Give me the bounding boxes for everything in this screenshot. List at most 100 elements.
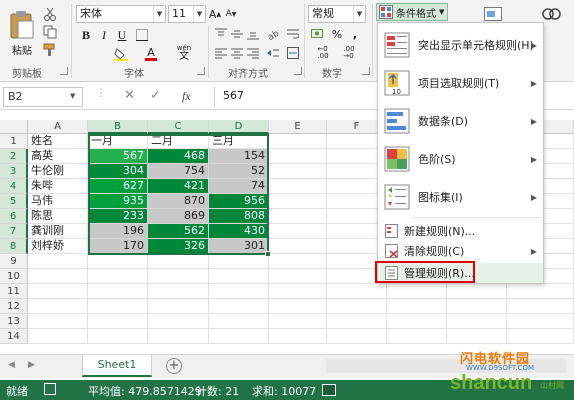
empty-cell[interactable] [148,284,209,299]
empty-cell[interactable] [447,314,507,329]
number-launcher[interactable] [362,67,370,75]
cancel-icon[interactable]: ✕ [124,88,135,103]
empty-cell[interactable] [88,254,148,269]
top-align-icon[interactable] [214,27,228,41]
copy-icon[interactable] [42,24,58,40]
data-cell[interactable]: 326 [148,239,209,254]
empty-cell[interactable] [269,179,327,194]
column-header[interactable]: C [148,120,209,134]
row-header[interactable]: 10 [0,269,28,284]
header-cell[interactable]: 三月 [209,134,269,149]
menu-item-data-bars[interactable]: 数据条(D) ▶ [378,103,543,139]
empty-cell[interactable] [88,269,148,284]
accounting-format-icon[interactable] [310,27,324,41]
empty-cell[interactable] [148,299,209,314]
empty-cell[interactable] [269,269,327,284]
number-format-combo[interactable]: 常规 ▼ [308,5,366,23]
empty-cell[interactable] [209,269,269,284]
row-header[interactable]: 14 [0,329,28,344]
name-cell[interactable]: 朱哔 [28,179,88,194]
empty-cell[interactable] [28,314,88,329]
row-header[interactable]: 8 [0,239,28,254]
grow-font-icon[interactable]: A ▲ [208,6,222,22]
empty-cell[interactable] [209,314,269,329]
sheet-tab-sheet1[interactable]: Sheet1 [82,355,152,377]
empty-cell[interactable] [327,314,387,329]
data-cell[interactable]: 74 [209,179,269,194]
menu-item-new-rule[interactable]: 新建规则(N)... [378,221,543,241]
empty-cell[interactable] [387,284,447,299]
empty-cell[interactable] [269,224,327,239]
data-cell[interactable]: 304 [88,164,148,179]
paste-button[interactable]: 粘贴 [4,4,40,62]
data-cell[interactable]: 870 [148,194,209,209]
empty-cell[interactable] [209,299,269,314]
data-cell[interactable]: 627 [88,179,148,194]
empty-cell[interactable] [269,239,327,254]
empty-cell[interactable] [88,329,148,344]
align-left-icon[interactable] [214,46,228,60]
percent-icon[interactable]: % [330,27,344,41]
empty-cell[interactable] [269,209,327,224]
empty-cell[interactable] [387,314,447,329]
empty-cell[interactable] [148,314,209,329]
name-cell[interactable]: 高英 [28,149,88,164]
empty-cell[interactable] [327,299,387,314]
insert-cells-icon[interactable] [482,5,504,23]
clipboard-launcher[interactable] [60,67,68,75]
empty-cell[interactable] [269,254,327,269]
row-header[interactable]: 12 [0,299,28,314]
empty-cell[interactable] [28,299,88,314]
name-cell[interactable]: 马伟 [28,194,88,209]
column-header[interactable]: B [88,120,148,134]
format-painter-icon[interactable] [42,42,58,58]
column-header[interactable]: E [269,120,327,134]
row-header[interactable]: 7 [0,224,28,239]
fill-handle[interactable] [265,251,271,257]
row-header[interactable]: 11 [0,284,28,299]
normal-view-icon[interactable] [322,384,336,396]
column-header[interactable]: A [28,120,88,134]
data-cell[interactable]: 935 [88,194,148,209]
header-cell[interactable]: 二月 [148,134,209,149]
data-cell[interactable]: 567 [88,149,148,164]
align-right-icon[interactable] [246,46,260,60]
underline-button[interactable]: U [114,27,130,43]
data-cell[interactable]: 154 [209,149,269,164]
empty-cell[interactable] [209,254,269,269]
comma-style-icon[interactable]: , [348,27,362,41]
data-cell[interactable]: 869 [148,209,209,224]
decrease-decimal-icon[interactable]: .00 →0 [338,46,360,60]
fill-color-icon[interactable] [112,46,130,62]
new-sheet-button[interactable]: + [166,358,182,374]
name-cell[interactable]: 牛伦刚 [28,164,88,179]
align-center-icon[interactable] [230,46,244,60]
data-cell[interactable]: 808 [209,209,269,224]
scroll-left-icon[interactable]: ◀ [8,360,15,370]
name-cell[interactable]: 陈思 [28,209,88,224]
orientation-icon[interactable]: ab [266,27,280,41]
menu-item-clear-rules[interactable]: 清除规则(C) ▶ [378,241,543,261]
name-cell[interactable]: 龚训刚 [28,224,88,239]
row-header[interactable]: 6 [0,209,28,224]
empty-cell[interactable] [507,299,574,314]
row-header[interactable]: 9 [0,254,28,269]
menu-item-color-scales[interactable]: 色阶(S) ▶ [378,141,543,177]
row-header[interactable]: 1 [0,134,28,149]
empty-cell[interactable] [209,329,269,344]
empty-cell[interactable] [28,269,88,284]
cut-icon[interactable] [42,6,58,22]
empty-cell[interactable] [269,164,327,179]
data-cell[interactable]: 233 [88,209,148,224]
empty-cell[interactable] [148,329,209,344]
name-cell[interactable]: 刘梓娇 [28,239,88,254]
scroll-right-icon[interactable]: ▶ [28,360,35,370]
middle-align-icon[interactable] [230,27,244,41]
insert-function-button[interactable]: fx [182,89,191,104]
row-header[interactable]: 4 [0,179,28,194]
borders-icon[interactable] [134,27,150,43]
header-cell[interactable]: 一月 [88,134,148,149]
bold-button[interactable]: B [78,27,94,43]
macro-record-icon[interactable] [44,383,56,395]
merge-center-icon[interactable] [286,46,300,60]
